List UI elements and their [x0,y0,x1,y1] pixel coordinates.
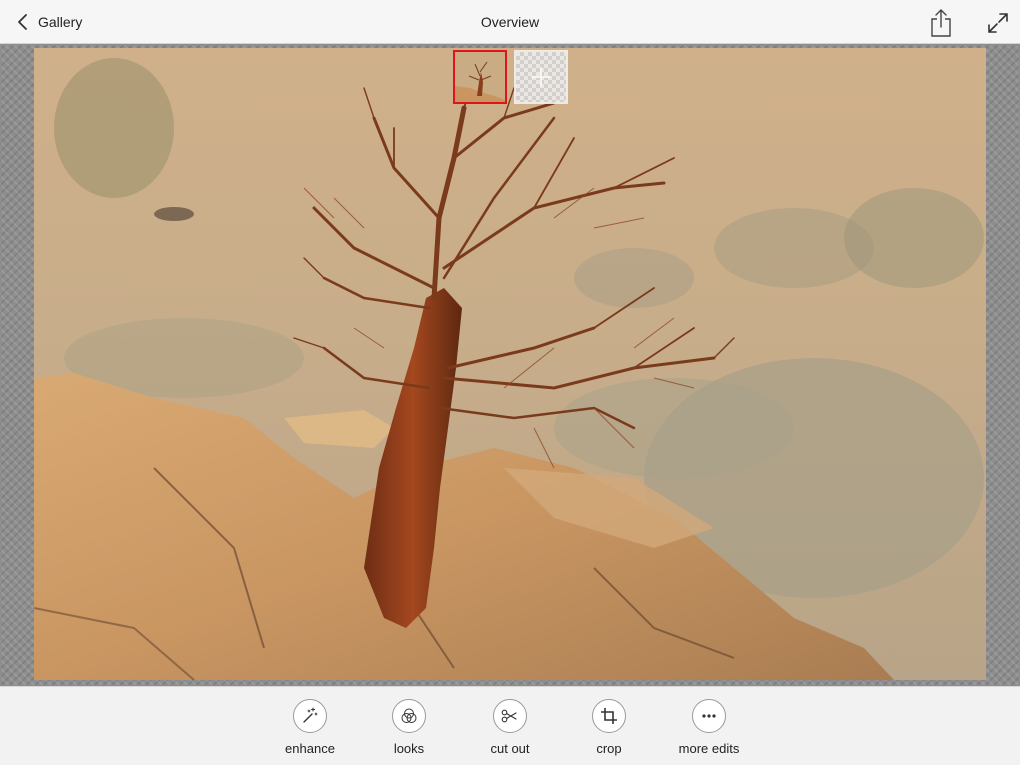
tree-thumbnail-icon [455,52,505,102]
share-icon[interactable] [928,8,954,38]
looks-label: looks [393,741,425,756]
cut-out-circle [493,699,527,733]
bottom-toolbar: enhance looks cut out crop more edits [0,686,1020,765]
plus-icon [531,67,551,87]
layer-thumbnail[interactable] [453,50,507,104]
crop-icon [601,708,617,724]
editing-canvas[interactable] [0,44,1020,686]
scissors-icon [501,709,517,723]
cut-out-button[interactable]: cut out [465,699,555,756]
cut-out-label: cut out [490,741,530,756]
looks-button[interactable]: looks [364,699,454,756]
more-edits-label: more edits [678,741,740,756]
more-dots-icon [702,714,716,718]
top-bar: Gallery Overview [0,0,1020,44]
photo-image[interactable] [34,48,986,680]
looks-circles-icon [401,708,417,723]
looks-circle [392,699,426,733]
crop-circle [592,699,626,733]
crop-button[interactable]: crop [564,699,654,756]
expand-icon[interactable] [986,11,1010,35]
page-title: Overview [480,14,540,30]
more-edits-circle [692,699,726,733]
magic-wand-icon [303,707,318,723]
enhance-label: enhance [285,741,335,756]
more-edits-button[interactable]: more edits [664,699,754,756]
enhance-circle [293,699,327,733]
crop-label: crop [596,741,622,756]
enhance-button[interactable]: enhance [265,699,355,756]
add-layer-button[interactable] [514,50,568,104]
